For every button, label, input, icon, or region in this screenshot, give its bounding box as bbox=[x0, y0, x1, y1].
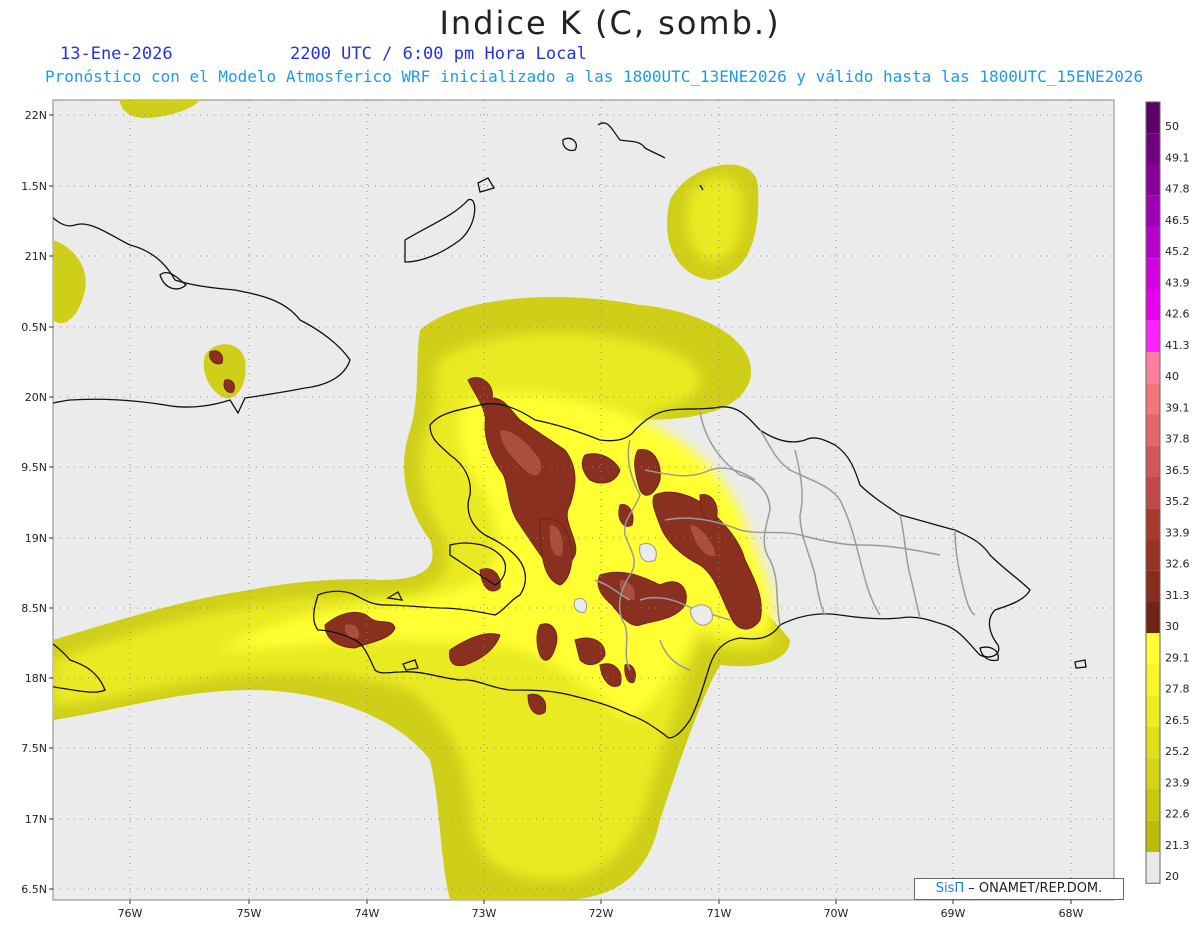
colorbar-swatch bbox=[1146, 539, 1160, 571]
forecast-time: 2200 UTC / 6:00 pm Hora Local bbox=[290, 44, 587, 64]
colorbar-swatch bbox=[1146, 383, 1160, 415]
colorbar-swatch bbox=[1146, 289, 1160, 321]
colorbar-swatch bbox=[1146, 664, 1160, 696]
colorbar-label: 21.3 bbox=[1165, 839, 1190, 852]
colorbar-label: 41.3 bbox=[1165, 339, 1190, 352]
credit-box: SisΠ – ONAMET/REP.DOM. bbox=[914, 878, 1124, 900]
weather-map: 22N 1.5N 21N 0.5N 20N 9.5N 19N 8.5N 18N … bbox=[21, 99, 1190, 920]
colorbar: 50 49.1 47.8 46.5 45.2 43.9 42.6 41.3 40 39.1 37.8… bbox=[1145, 101, 1190, 884]
lat-label: 1.5N bbox=[21, 180, 47, 193]
colorbar-swatch bbox=[1146, 258, 1160, 290]
colorbar-label: 30 bbox=[1165, 620, 1179, 633]
colorbar-label: 36.5 bbox=[1165, 464, 1190, 477]
lat-label: 22N bbox=[25, 109, 47, 122]
lon-label: 75W bbox=[237, 907, 262, 920]
latitude-axis: 22N 1.5N 21N 0.5N 20N 9.5N 19N 8.5N 18N … bbox=[21, 109, 53, 896]
colorbar-swatch bbox=[1146, 195, 1160, 227]
colorbar-swatch bbox=[1146, 320, 1160, 352]
colorbar-label: 29.1 bbox=[1165, 651, 1190, 664]
colorbar-swatch bbox=[1146, 164, 1160, 196]
lat-label: 6.5N bbox=[21, 883, 47, 896]
colorbar-swatch bbox=[1146, 227, 1160, 259]
colorbar-label: 37.8 bbox=[1165, 433, 1190, 446]
lon-label: 71W bbox=[707, 907, 732, 920]
lon-label: 73W bbox=[472, 907, 497, 920]
colorbar-swatch bbox=[1146, 477, 1160, 509]
lon-label: 68W bbox=[1059, 907, 1084, 920]
credit-brand: SisΠ bbox=[935, 881, 965, 896]
lat-label: 18N bbox=[25, 672, 47, 685]
colorbar-swatch bbox=[1146, 727, 1160, 759]
colorbar-label: 49.1 bbox=[1165, 151, 1190, 164]
colorbar-label: 25.2 bbox=[1165, 745, 1190, 758]
colorbar-label: 33.9 bbox=[1165, 526, 1190, 539]
longitude-axis: 76W 75W 74W 73W 72W 71W 70W 69W 68W bbox=[118, 900, 1084, 920]
colorbar-label: 40 bbox=[1165, 370, 1179, 383]
lon-label: 72W bbox=[589, 907, 614, 920]
colorbar-swatch bbox=[1146, 508, 1160, 540]
colorbar-swatch bbox=[1146, 602, 1160, 634]
colorbar-swatch bbox=[1146, 570, 1160, 602]
forecast-subtitle: Pronóstico con el Modelo Atmosferico WRF… bbox=[45, 67, 1144, 86]
colorbar-label: 39.1 bbox=[1165, 401, 1190, 414]
lat-label: 21N bbox=[25, 250, 47, 263]
credit-text: – ONAMET/REP.DOM. bbox=[968, 881, 1103, 896]
colorbar-label: 31.3 bbox=[1165, 589, 1190, 602]
lat-label: 0.5N bbox=[21, 321, 47, 334]
colorbar-swatch bbox=[1146, 695, 1160, 727]
colorbar-swatch bbox=[1146, 852, 1160, 884]
lat-label: 8.5N bbox=[21, 602, 47, 615]
colorbar-swatch bbox=[1146, 633, 1160, 665]
colorbar-label: 27.8 bbox=[1165, 683, 1190, 696]
map-title: Indice K (C, somb.) bbox=[439, 4, 781, 42]
lon-label: 69W bbox=[941, 907, 966, 920]
lon-label: 74W bbox=[355, 907, 380, 920]
colorbar-label: 20 bbox=[1165, 870, 1179, 883]
colorbar-label: 32.6 bbox=[1165, 558, 1190, 571]
colorbar-swatch bbox=[1146, 758, 1160, 790]
colorbar-label: 47.8 bbox=[1165, 183, 1190, 196]
colorbar-swatch bbox=[1146, 820, 1160, 852]
colorbar-swatch bbox=[1146, 133, 1160, 165]
lon-label: 70W bbox=[824, 907, 849, 920]
colorbar-label: 46.5 bbox=[1165, 214, 1190, 227]
colorbar-swatch bbox=[1146, 445, 1160, 477]
colorbar-label: 45.2 bbox=[1165, 245, 1190, 258]
colorbar-label: 23.9 bbox=[1165, 776, 1190, 789]
colorbar-label: 43.9 bbox=[1165, 276, 1190, 289]
forecast-date: 13-Ene-2026 bbox=[60, 44, 173, 64]
colorbar-label: 26.5 bbox=[1165, 714, 1190, 727]
colorbar-label: 50 bbox=[1165, 120, 1179, 133]
colorbar-label: 35.2 bbox=[1165, 495, 1190, 508]
colorbar-swatch bbox=[1146, 102, 1160, 134]
lat-label: 9.5N bbox=[21, 461, 47, 474]
colorbar-swatch bbox=[1146, 414, 1160, 446]
lat-label: 19N bbox=[25, 532, 47, 545]
lat-label: 7.5N bbox=[21, 742, 47, 755]
colorbar-swatch bbox=[1146, 352, 1160, 384]
lon-label: 76W bbox=[118, 907, 143, 920]
colorbar-label: 42.6 bbox=[1165, 308, 1190, 321]
lat-label: 20N bbox=[25, 391, 47, 404]
colorbar-label: 22.6 bbox=[1165, 808, 1190, 821]
colorbar-swatch bbox=[1146, 789, 1160, 821]
lat-label: 17N bbox=[25, 813, 47, 826]
